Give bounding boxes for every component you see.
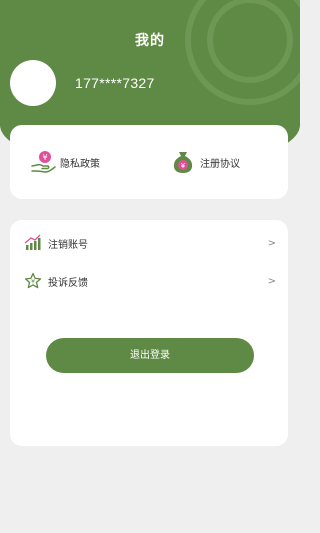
- agreements-card: ¥ 隐私政策 ¥ 注册协议: [10, 125, 288, 199]
- money-bag-icon: ¥: [173, 152, 193, 173]
- star-icon: ¥: [24, 272, 42, 289]
- money-hand-icon: ¥: [31, 151, 56, 173]
- settings-card: 注销账号 > ¥ 投诉反馈 > 退出登录: [10, 220, 288, 446]
- avatar[interactable]: [10, 60, 56, 106]
- register-agreement-link[interactable]: ¥ 注册协议: [170, 148, 240, 176]
- chevron-right-icon: >: [267, 275, 276, 287]
- page-title: 我的: [135, 32, 165, 48]
- svg-text:¥: ¥: [181, 162, 186, 170]
- user-phone: 177****7327: [75, 75, 155, 91]
- decorative-rings-icon: [185, 0, 300, 105]
- svg-text:¥: ¥: [31, 279, 35, 286]
- menu-item-cancel-account[interactable]: 注销账号 >: [24, 232, 276, 254]
- chevron-right-icon: >: [267, 237, 276, 249]
- svg-text:¥: ¥: [42, 153, 47, 162]
- logout-button[interactable]: 退出登录: [46, 338, 254, 373]
- chart-bars-icon: [24, 234, 41, 250]
- menu-item-complaint-feedback[interactable]: ¥ 投诉反馈 >: [24, 270, 276, 292]
- privacy-policy-link[interactable]: ¥ 隐私政策: [30, 148, 100, 176]
- privacy-policy-label: 隐私政策: [60, 158, 100, 170]
- menu-item-label: 注销账号: [48, 239, 88, 251]
- register-agreement-label: 注册协议: [200, 158, 240, 170]
- menu-item-label: 投诉反馈: [48, 277, 88, 289]
